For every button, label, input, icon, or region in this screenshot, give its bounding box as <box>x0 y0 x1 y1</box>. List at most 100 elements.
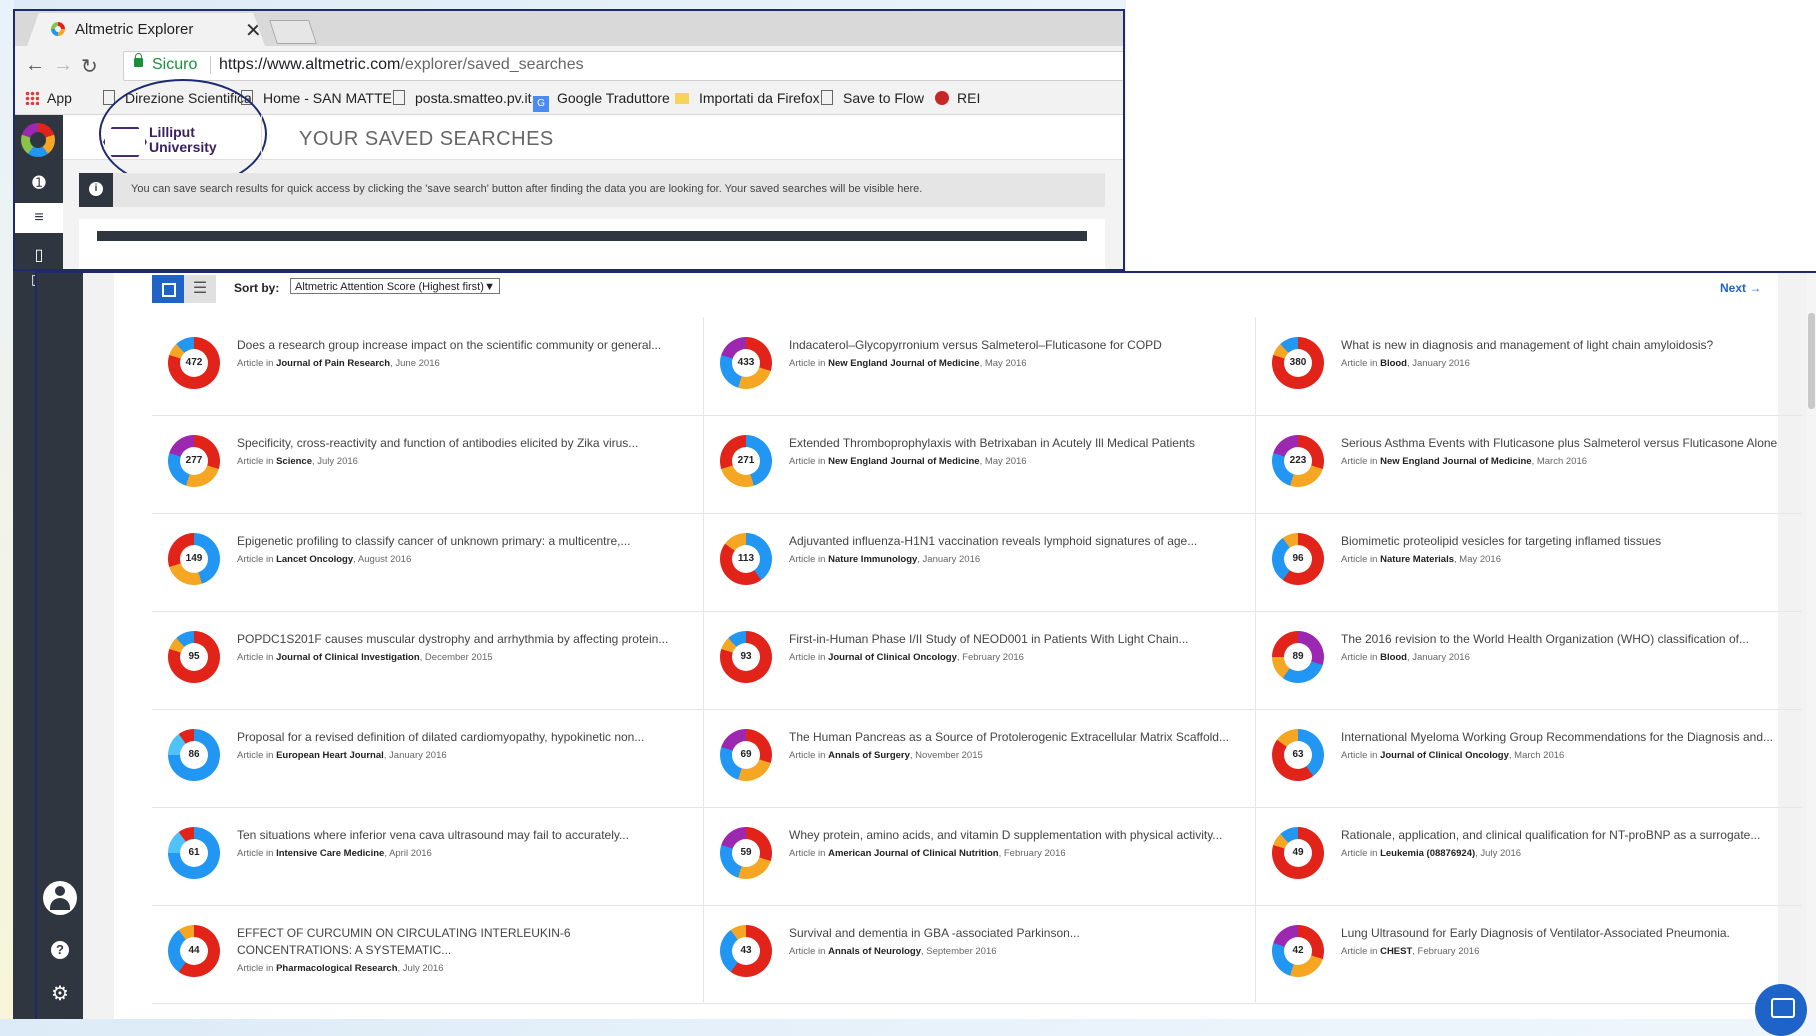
bookmark-posta[interactable]: posta.smatteo.pv.it <box>393 90 531 106</box>
publication-date: , January 2016 <box>917 554 981 565</box>
article-card[interactable]: 271 Extended Thromboprophylaxis with Betr… <box>704 415 1256 513</box>
article-title[interactable]: POPDC1S201F causes muscular dystrophy an… <box>237 631 677 648</box>
attention-score-donut-icon[interactable]: 95 <box>168 631 220 683</box>
forward-arrow-icon[interactable]: → <box>53 54 73 77</box>
bookmark-google-traduttore[interactable]: G Google Traduttore <box>533 90 670 112</box>
article-title[interactable]: What is new in diagnosis and management … <box>1341 337 1781 354</box>
attention-score-donut-icon[interactable]: 472 <box>168 337 220 389</box>
dropdown-arrow-icon: ▼ <box>484 281 495 293</box>
book-icon[interactable]: ▯ <box>15 241 63 269</box>
article-card[interactable]: 93 First-in-Human Phase I/II Study of NEO… <box>704 611 1256 709</box>
article-card[interactable]: 69 The Human Pancreas as a Source of Prot… <box>704 709 1256 807</box>
attention-score-donut-icon[interactable]: 63 <box>1272 729 1324 781</box>
result-row: 95 POPDC1S201F causes muscular dystrophy … <box>152 611 1802 710</box>
article-title[interactable]: Ten situations where inferior vena cava … <box>237 827 677 844</box>
r-logo-icon <box>935 91 949 105</box>
user-avatar-icon[interactable] <box>43 881 77 915</box>
article-card[interactable]: 433 Indacaterol–Glycopyrronium versus Sal… <box>704 317 1256 415</box>
article-card[interactable]: 149 Epigenetic profiling to classify canc… <box>152 513 704 611</box>
chat-icon[interactable] <box>1755 984 1807 1036</box>
compass-icon[interactable]: ➊ <box>15 169 63 199</box>
result-row: 472 Does a research group increase impact… <box>152 317 1802 416</box>
saved-searches-page: Lilliput University YOUR SAVED SEARCHES … <box>63 79 1123 269</box>
attention-score-donut-icon[interactable]: 44 <box>168 925 220 977</box>
article-title[interactable]: Proposal for a revised definition of dil… <box>237 729 677 746</box>
attention-score-donut-icon[interactable]: 49 <box>1272 827 1324 879</box>
article-card[interactable]: 89 The 2016 revision to the World Health … <box>1256 611 1807 709</box>
next-page-link[interactable]: Next → <box>1720 281 1761 295</box>
attention-score-donut-icon[interactable]: 89 <box>1272 631 1324 683</box>
bookmark-rei[interactable]: REI <box>935 90 980 106</box>
article-card[interactable]: 63 International Myeloma Working Group Re… <box>1256 709 1807 807</box>
attention-score-donut-icon[interactable]: 69 <box>720 729 772 781</box>
article-card[interactable]: 96 Biomimetic proteolipid vesicles for ta… <box>1256 513 1807 611</box>
article-card[interactable]: 95 POPDC1S201F causes muscular dystrophy … <box>152 611 704 709</box>
article-title[interactable]: Biomimetic proteolipid vesicles for targ… <box>1341 533 1781 550</box>
article-title[interactable]: Serious Asthma Events with Fluticasone p… <box>1341 435 1781 452</box>
article-title[interactable]: Specificity, cross-reactivity and functi… <box>237 435 677 452</box>
article-card[interactable]: 472 Does a research group increase impact… <box>152 317 704 415</box>
bookmark-importati-firefox[interactable]: Importati da Firefox <box>675 90 820 106</box>
article-title[interactable]: The 2016 revision to the World Health Or… <box>1341 631 1781 648</box>
attention-score-donut-icon[interactable]: 96 <box>1272 533 1324 585</box>
article-title[interactable]: Adjuvanted influenza-H1N1 vaccination re… <box>789 533 1229 550</box>
article-title[interactable]: Lung Ultrasound for Early Diagnosis of V… <box>1341 925 1781 942</box>
article-title[interactable]: Does a research group increase impact on… <box>237 337 677 354</box>
journal-name: Annals of Surgery <box>828 750 910 761</box>
article-title[interactable]: The Human Pancreas as a Source of Protol… <box>789 729 1229 746</box>
gear-icon[interactable]: ⚙ <box>43 977 77 1011</box>
article-card[interactable]: 44 EFFECT OF CURCUMIN ON CIRCULATING INTE… <box>152 905 704 1003</box>
bookmark-home-san-matteo[interactable]: Home - SAN MATTE <box>241 90 392 106</box>
article-card[interactable]: 223 Serious Asthma Events with Fluticason… <box>1256 415 1807 513</box>
article-card[interactable]: 380 What is new in diagnosis and manageme… <box>1256 317 1807 415</box>
attention-score-donut-icon[interactable]: 61 <box>168 827 220 879</box>
sort-dropdown[interactable]: Altmetric Attention Score (Highest first… <box>290 278 500 294</box>
article-card[interactable]: 42 Lung Ultrasound for Early Diagnosis of… <box>1256 905 1807 1003</box>
article-title[interactable]: Whey protein, amino acids, and vitamin D… <box>789 827 1229 844</box>
grid-view-button[interactable] <box>152 275 184 303</box>
publication-date: , May 2016 <box>979 358 1027 369</box>
close-tab-icon[interactable]: ✕ <box>245 18 262 43</box>
list-view-button[interactable]: ☰ <box>184 275 216 303</box>
attention-score-donut-icon[interactable]: 86 <box>168 729 220 781</box>
attention-score-donut-icon[interactable]: 149 <box>168 533 220 585</box>
new-tab-button[interactable] <box>269 20 317 44</box>
attention-score-donut-icon[interactable]: 59 <box>720 827 772 879</box>
article-title[interactable]: First-in-Human Phase I/II Study of NEOD0… <box>789 631 1229 648</box>
article-title[interactable]: International Myeloma Working Group Reco… <box>1341 729 1781 746</box>
institution-logo[interactable]: Lilliput University <box>99 79 267 189</box>
attention-score-donut-icon[interactable]: 43 <box>720 925 772 977</box>
article-title[interactable]: Survival and dementia in GBA -associated… <box>789 925 1229 942</box>
list-icon[interactable]: ≡ <box>15 203 63 233</box>
url-field[interactable]: Sicuro https://www.altmetric.com/explore… <box>123 51 1123 81</box>
altmetric-logo-icon[interactable] <box>21 123 55 157</box>
browser-tab[interactable]: Altmetric Explorer ✕ <box>27 13 265 46</box>
article-title[interactable]: Indacaterol–Glycopyrronium versus Salmet… <box>789 337 1229 354</box>
article-card[interactable]: 43 Survival and dementia in GBA -associat… <box>704 905 1256 1003</box>
journal-name: Intensive Care Medicine <box>276 848 385 859</box>
attention-score-donut-icon[interactable]: 271 <box>720 435 772 487</box>
article-title[interactable]: Epigenetic profiling to classify cancer … <box>237 533 677 550</box>
bookmark-apps[interactable]: App <box>25 90 72 106</box>
article-card[interactable]: 49 Rationale, application, and clinical q… <box>1256 807 1807 905</box>
article-title[interactable]: EFFECT OF CURCUMIN ON CIRCULATING INTERL… <box>237 925 677 959</box>
reload-icon[interactable]: ↻ <box>81 54 98 79</box>
article-card[interactable]: 86 Proposal for a revised definition of d… <box>152 709 704 807</box>
attention-score-donut-icon[interactable]: 433 <box>720 337 772 389</box>
article-card[interactable]: 277 Specificity, cross-reactivity and fun… <box>152 415 704 513</box>
attention-score-donut-icon[interactable]: 277 <box>168 435 220 487</box>
attention-score-donut-icon[interactable]: 223 <box>1272 435 1324 487</box>
article-card[interactable]: 113 Adjuvanted influenza-H1N1 vaccination… <box>704 513 1256 611</box>
article-card[interactable]: 59 Whey protein, amino acids, and vitamin… <box>704 807 1256 905</box>
back-arrow-icon[interactable]: ← <box>25 54 45 77</box>
help-icon[interactable]: ? <box>43 931 77 965</box>
attention-score-donut-icon[interactable]: 380 <box>1272 337 1324 389</box>
attention-score-donut-icon[interactable]: 42 <box>1272 925 1324 977</box>
attention-score-donut-icon[interactable]: 93 <box>720 631 772 683</box>
article-title[interactable]: Extended Thromboprophylaxis with Betrixa… <box>789 435 1229 452</box>
article-title[interactable]: Rationale, application, and clinical qua… <box>1341 827 1781 844</box>
scrollbar-thumb[interactable] <box>1808 313 1815 409</box>
attention-score-donut-icon[interactable]: 113 <box>720 533 772 585</box>
bookmark-save-to-flow[interactable]: Save to Flow <box>821 90 924 106</box>
article-card[interactable]: 61 Ten situations where inferior vena cav… <box>152 807 704 905</box>
